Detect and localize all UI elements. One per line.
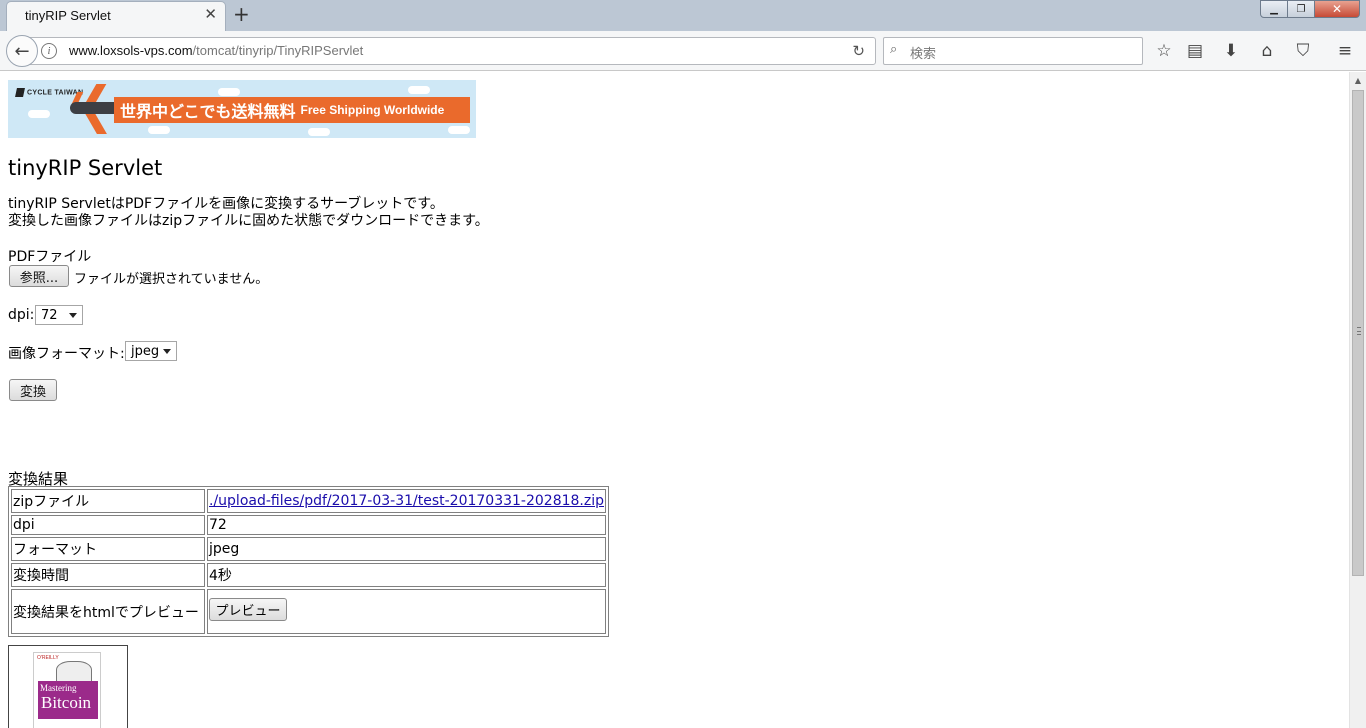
address-bar[interactable]: i www.loxsols-vps.com/tomcat/tinyrip/Tin… [24, 37, 876, 65]
format-select-value: jpeg [131, 343, 160, 359]
banner-text-jp: 世界中どこでも送料無料 [120, 102, 296, 121]
pocket-icon[interactable]: ⛉ [1292, 40, 1314, 62]
intro-line-2: 変換した画像ファイルはzipファイルに固めた状態でダウンロードできます。 [8, 213, 489, 229]
back-arrow-icon[interactable]: ← [6, 35, 38, 67]
minimize-icon[interactable]: ▁ [1260, 0, 1288, 18]
result-value-format: jpeg [207, 537, 606, 561]
tab-title: tinyRIP Servlet [25, 8, 111, 23]
browse-button[interactable]: 参照... [9, 265, 69, 287]
table-row: zipファイル ./upload-files/pdf/2017-03-31/te… [11, 489, 606, 513]
result-key-time: 変換時間 [11, 563, 205, 587]
url-path: /tomcat/tinyrip/TinyRIPServlet [192, 43, 364, 58]
table-row: dpi 72 [11, 515, 606, 535]
window-close-icon[interactable]: ✕ [1314, 0, 1360, 18]
dpi-select-value: 72 [41, 307, 58, 323]
page-content: CYCLE TAIWAN 世界中どこでも送料無料 Free Shipping W… [0, 72, 1349, 728]
preview-button[interactable]: プレビュー [209, 597, 287, 621]
result-key-zip: zipファイル [11, 489, 205, 513]
site-info-icon[interactable]: i [41, 43, 57, 59]
reload-icon[interactable]: ↻ [852, 42, 865, 60]
title-bar: tinyRIP Servlet ✕ + ▁ ❐ ✕ [0, 0, 1366, 31]
chevron-down-icon [163, 349, 171, 354]
table-row: 変換時間 4秒 [11, 563, 606, 587]
book-title-band: Mastering Bitcoin [38, 681, 98, 719]
intro-text: tinyRIP ServletはPDFファイルを画像に変換するサーブレットです。… [8, 196, 489, 230]
file-status-text: ファイルが選択されていません。 [74, 272, 269, 287]
search-input[interactable]: ⌕ 検索 [883, 37, 1143, 65]
result-key-format: フォーマット [11, 537, 205, 561]
result-key-preview: 変換結果をhtmlでプレビュー [11, 589, 205, 634]
zip-download-link[interactable]: ./upload-files/pdf/2017-03-31/test-20170… [209, 493, 604, 509]
close-tab-icon[interactable]: ✕ [204, 7, 217, 22]
result-key-dpi: dpi [11, 515, 205, 535]
url-host: www.loxsols-vps.com [69, 43, 193, 58]
result-table: zipファイル ./upload-files/pdf/2017-03-31/te… [8, 486, 609, 637]
table-row: 変換結果をhtmlでプレビュー プレビュー [11, 589, 606, 634]
page-thumbnail[interactable]: O'REILLY Mastering Bitcoin [8, 645, 128, 728]
ad-banner[interactable]: CYCLE TAIWAN 世界中どこでも送料無料 Free Shipping W… [8, 80, 476, 138]
maximize-icon[interactable]: ❐ [1287, 0, 1315, 18]
result-value-time: 4秒 [207, 563, 606, 587]
result-value-dpi: 72 [207, 515, 606, 535]
vertical-scrollbar[interactable]: ▲ [1349, 72, 1366, 728]
browser-tab[interactable]: tinyRIP Servlet ✕ [6, 1, 226, 31]
book-title-line-1: Mastering [40, 683, 77, 693]
search-icon: ⌕ [890, 42, 898, 57]
home-icon[interactable]: ⌂ [1256, 40, 1278, 62]
navigation-bar: i www.loxsols-vps.com/tomcat/tinyrip/Tin… [0, 31, 1366, 71]
bookmark-star-icon[interactable]: ☆ [1153, 40, 1175, 62]
page-title: tinyRIP Servlet [8, 156, 163, 180]
format-select[interactable]: jpeg [125, 341, 177, 361]
search-placeholder: 検索 [910, 47, 937, 62]
dpi-select[interactable]: 72 [35, 305, 83, 325]
scroll-up-icon[interactable]: ▲ [1350, 72, 1366, 89]
url-text: www.loxsols-vps.com/tomcat/tinyrip/TinyR… [69, 43, 363, 58]
banner-text-strip: 世界中どこでも送料無料 Free Shipping Worldwide [114, 97, 470, 123]
convert-button[interactable]: 変換 [9, 379, 57, 401]
banner-brand: CYCLE TAIWAN [15, 88, 83, 97]
dpi-label: dpi: [8, 307, 35, 323]
scrollbar-thumb[interactable] [1352, 90, 1364, 576]
format-label: 画像フォーマット: [8, 346, 125, 362]
banner-text-en: Free Shipping Worldwide [300, 103, 445, 117]
chevron-down-icon [69, 313, 77, 318]
result-value-zip: ./upload-files/pdf/2017-03-31/test-20170… [207, 489, 606, 513]
book-cover-image: O'REILLY Mastering Bitcoin [33, 652, 101, 728]
book-publisher: O'REILLY [37, 655, 59, 661]
pdf-file-label: PDFファイル [8, 249, 92, 265]
new-tab-icon[interactable]: + [233, 4, 250, 24]
book-illustration [56, 661, 92, 683]
window-controls: ▁ ❐ ✕ [1260, 0, 1360, 18]
menu-icon[interactable]: ≡ [1334, 40, 1356, 62]
book-title-line-2: Bitcoin [41, 693, 92, 712]
result-value-preview: プレビュー [207, 589, 606, 634]
download-icon[interactable]: ⬇ [1220, 40, 1242, 62]
table-row: フォーマット jpeg [11, 537, 606, 561]
reading-list-icon[interactable]: ▤ [1184, 40, 1206, 62]
intro-line-1: tinyRIP ServletはPDFファイルを画像に変換するサーブレットです。 [8, 196, 444, 212]
